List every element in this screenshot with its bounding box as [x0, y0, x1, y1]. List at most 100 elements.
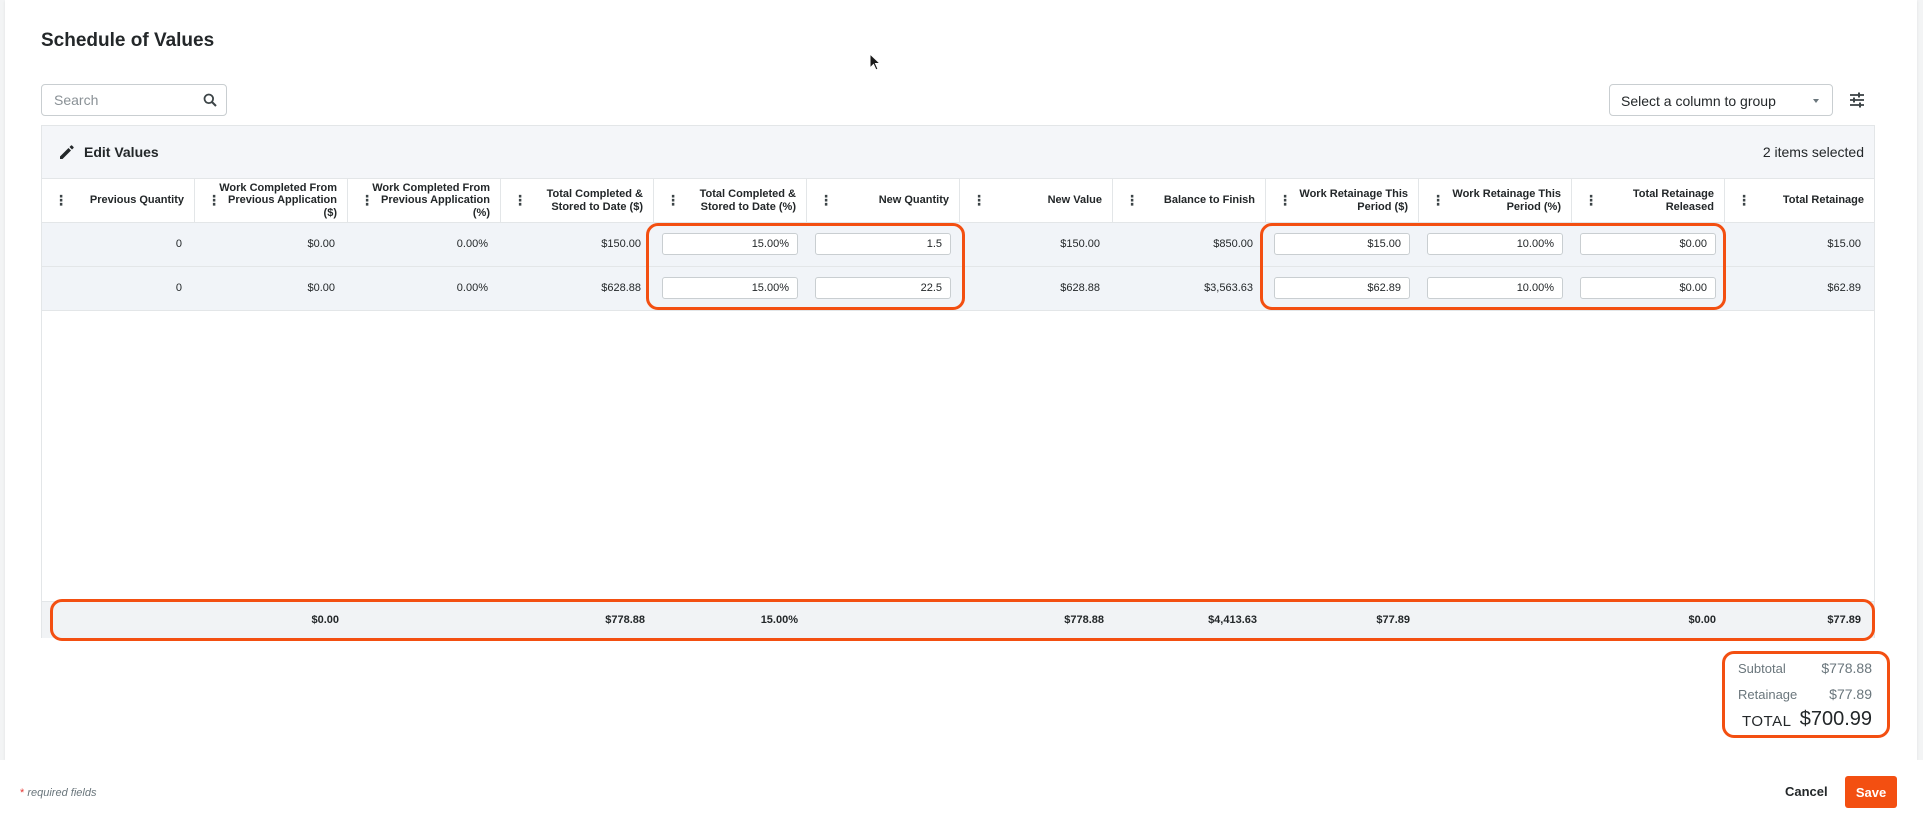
- total-retainage-released: $0.00: [1688, 614, 1716, 626]
- page-title: Schedule of Values: [41, 30, 215, 51]
- cell-previous-quantity: 0: [42, 267, 195, 310]
- cell-total-completed-usd: $628.88: [501, 267, 654, 310]
- column-menu-icon[interactable]: ⋮: [1125, 192, 1139, 208]
- group-by-select[interactable]: Select a column to group: [1609, 84, 1833, 116]
- total-completed-pct-input[interactable]: 15.00%: [662, 277, 798, 299]
- pencil-icon[interactable]: [58, 143, 76, 161]
- cell-work-retainage-pct: 10.00%: [1419, 223, 1572, 266]
- cell-work-completed-previous-pct: 0.00%: [348, 267, 501, 310]
- save-button[interactable]: Save: [1845, 776, 1897, 808]
- cell-value: $15.00: [1827, 238, 1861, 250]
- cell-total-completed-usd: $150.00: [501, 223, 654, 266]
- subtotal-label: Subtotal: [1738, 661, 1786, 676]
- column-menu-icon[interactable]: ⋮: [819, 192, 833, 208]
- column-menu-icon[interactable]: ⋮: [972, 192, 986, 208]
- column-header-previous-quantity[interactable]: ⋮ Previous Quantity: [42, 179, 195, 222]
- cell-work-completed-previous-usd: $0.00: [195, 267, 348, 310]
- required-star: *: [20, 787, 25, 799]
- cell-work-retainage-usd: $15.00: [1266, 223, 1419, 266]
- cell-work-retainage-usd: $62.89: [1266, 267, 1419, 310]
- retainage-value: $77.89: [1829, 686, 1872, 702]
- column-menu-icon[interactable]: ⋮: [207, 192, 221, 208]
- column-header-label: Total Completed & Stored to Date (%): [699, 188, 796, 213]
- cell-value: $150.00: [601, 238, 641, 250]
- table-row[interactable]: 0 $0.00 0.00% $628.88 15.00% 22.5 $628.8…: [42, 267, 1874, 311]
- table-row[interactable]: 0 $0.00 0.00% $150.00 15.00% 1.5 $150.00…: [42, 223, 1874, 267]
- required-text: required fields: [27, 787, 97, 799]
- column-header-balance-to-finish[interactable]: ⋮ Balance to Finish: [1113, 179, 1266, 222]
- column-menu-icon[interactable]: ⋮: [360, 192, 374, 208]
- cell-value: 0: [175, 282, 182, 294]
- cell-value: $0.00: [307, 238, 335, 250]
- cell-balance-to-finish: $3,563.63: [1113, 267, 1266, 310]
- total-completed-pct-input[interactable]: 15.00%: [662, 233, 798, 255]
- total-completed-usd: $778.88: [605, 614, 645, 626]
- total-completed-pct: 15.00%: [760, 614, 798, 626]
- totals-row: $0.00 $778.88 15.00% $778.88 $4,413.63 $…: [42, 601, 1874, 638]
- column-header-label: Work Retainage This Period ($): [1299, 188, 1408, 213]
- edit-values-button[interactable]: Edit Values: [84, 144, 159, 160]
- cell-total-retainage-released: $0.00: [1572, 267, 1725, 310]
- mouse-cursor-icon: [869, 53, 882, 71]
- total-work-completed-previous-usd: $0.00: [311, 614, 339, 626]
- work-retainage-usd-input[interactable]: $62.89: [1274, 277, 1410, 299]
- column-header-work-completed-previous-pct[interactable]: ⋮ Work Completed From Previous Applicatio…: [348, 179, 501, 222]
- work-retainage-pct-input[interactable]: 10.00%: [1427, 233, 1563, 255]
- cell-value: $150.00: [1060, 238, 1100, 250]
- cell-value: $850.00: [1213, 238, 1253, 250]
- edit-values-bar: Edit Values 2 items selected: [42, 126, 1874, 178]
- cell-total-completed-pct: 15.00%: [654, 223, 807, 266]
- retainage-label: Retainage: [1738, 687, 1798, 702]
- column-menu-icon[interactable]: ⋮: [513, 192, 527, 208]
- column-menu-icon[interactable]: ⋮: [1278, 192, 1292, 208]
- column-header-work-completed-previous-usd[interactable]: ⋮ Work Completed From Previous Applicatio…: [195, 179, 348, 222]
- column-header-label: Work Completed From Previous Application…: [372, 181, 490, 219]
- column-header-label: Previous Quantity: [89, 194, 184, 207]
- column-header-label: New Quantity: [878, 194, 949, 207]
- work-retainage-usd-input[interactable]: $15.00: [1274, 233, 1410, 255]
- search-box[interactable]: [41, 84, 227, 116]
- cell-value: $628.88: [601, 282, 641, 294]
- column-menu-icon[interactable]: ⋮: [54, 192, 68, 208]
- cell-new-value: $150.00: [960, 223, 1113, 266]
- column-menu-icon[interactable]: ⋮: [1737, 192, 1751, 208]
- column-header-work-retainage-usd[interactable]: ⋮ Work Retainage This Period ($): [1266, 179, 1419, 222]
- column-menu-icon[interactable]: ⋮: [666, 192, 680, 208]
- cell-total-retainage: $15.00: [1725, 223, 1874, 266]
- column-header-total-completed-usd[interactable]: ⋮ Total Completed & Stored to Date ($): [501, 179, 654, 222]
- cell-value: $0.00: [307, 282, 335, 294]
- cell-value: $628.88: [1060, 282, 1100, 294]
- column-header-label: New Value: [1047, 194, 1102, 207]
- required-fields-note: * required fields: [20, 787, 96, 799]
- column-header-total-retainage[interactable]: ⋮ Total Retainage: [1725, 179, 1874, 222]
- column-menu-icon[interactable]: ⋮: [1431, 192, 1445, 208]
- table-settings-icon[interactable]: [1848, 91, 1866, 109]
- total-label: TOTAL: [1742, 713, 1792, 730]
- new-quantity-input[interactable]: 1.5: [815, 233, 951, 255]
- column-header-total-completed-pct[interactable]: ⋮ Total Completed & Stored to Date (%): [654, 179, 807, 222]
- column-header-label: Total Retainage Released: [1632, 188, 1714, 213]
- search-icon[interactable]: [203, 93, 217, 107]
- cell-new-quantity: 22.5: [807, 267, 960, 310]
- work-retainage-pct-input[interactable]: 10.00%: [1427, 277, 1563, 299]
- new-quantity-input[interactable]: 22.5: [815, 277, 951, 299]
- column-header-total-retainage-released[interactable]: ⋮ Total Retainage Released: [1572, 179, 1725, 222]
- column-header-new-quantity[interactable]: ⋮ New Quantity: [807, 179, 960, 222]
- column-header-label: Work Completed From Previous Application…: [219, 181, 337, 219]
- column-header-work-retainage-pct[interactable]: ⋮ Work Retainage This Period (%): [1419, 179, 1572, 222]
- total-work-retainage-usd: $77.89: [1376, 614, 1410, 626]
- column-header-new-value[interactable]: ⋮ New Value: [960, 179, 1113, 222]
- column-menu-icon[interactable]: ⋮: [1584, 192, 1598, 208]
- total-balance-to-finish: $4,413.63: [1208, 614, 1257, 626]
- group-by-select-placeholder: Select a column to group: [1621, 93, 1776, 109]
- cancel-button[interactable]: Cancel: [1775, 776, 1838, 808]
- retainage-released-input[interactable]: $0.00: [1580, 277, 1716, 299]
- cell-work-completed-previous-usd: $0.00: [195, 223, 348, 266]
- chevron-down-icon: [1813, 99, 1819, 103]
- cell-work-completed-previous-pct: 0.00%: [348, 223, 501, 266]
- cell-value: 0.00%: [456, 282, 488, 294]
- table-header: ⋮ Previous Quantity ⋮ Work Completed From …: [42, 178, 1874, 223]
- cell-previous-quantity: 0: [42, 223, 195, 266]
- search-input[interactable]: [42, 85, 204, 115]
- retainage-released-input[interactable]: $0.00: [1580, 233, 1716, 255]
